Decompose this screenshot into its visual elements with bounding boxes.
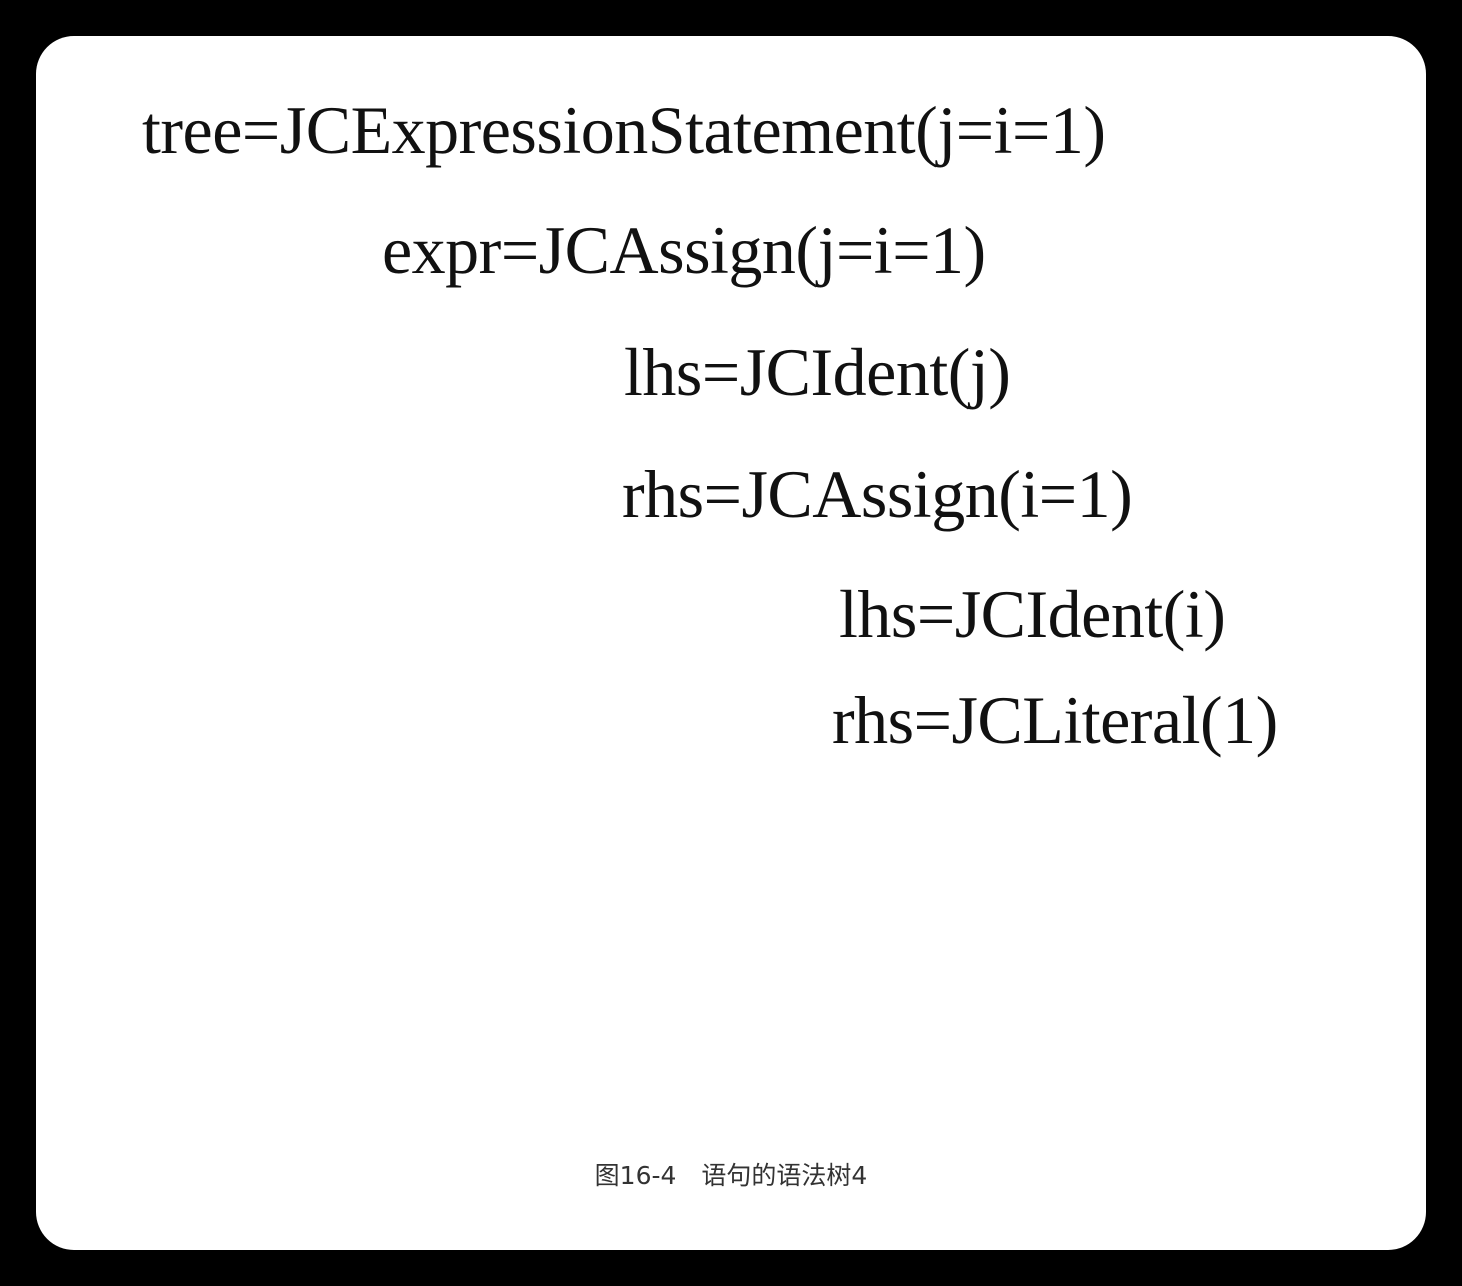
tree-node-root: tree=JCExpressionStatement(j=i=1)	[142, 92, 1106, 168]
tree-node-inner-rhs: rhs=JCLiteral(1)	[832, 682, 1278, 758]
figure-card: tree=JCExpressionStatement(j=i=1) expr=J…	[36, 36, 1426, 1250]
figure-caption: 图16-4 语句的语法树4	[594, 1161, 868, 1190]
tree-node-expr-rhs: rhs=JCAssign(i=1)	[622, 456, 1133, 532]
tree-node-inner-lhs: lhs=JCIdent(i)	[839, 576, 1226, 652]
tree-node-expr-lhs: lhs=JCIdent(j)	[624, 334, 1011, 410]
tree-node-expr: expr=JCAssign(j=i=1)	[382, 212, 986, 288]
